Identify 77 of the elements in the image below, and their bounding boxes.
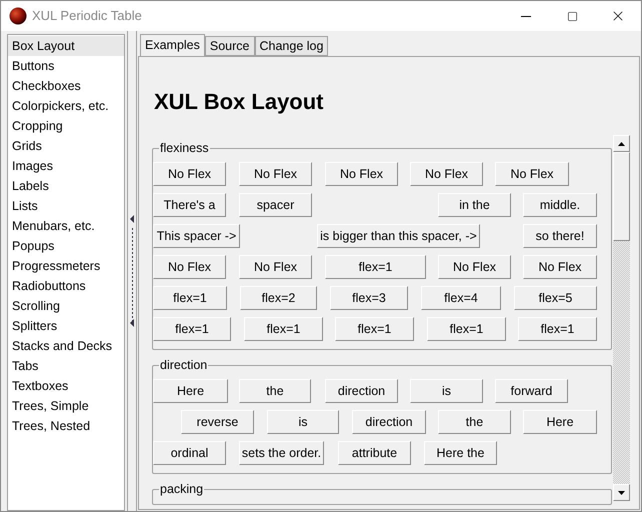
sidebar-item[interactable]: Grids: [8, 136, 124, 156]
demo-button[interactable]: flex=1: [244, 317, 323, 341]
demo-button[interactable]: flex=1: [335, 317, 414, 341]
demo-button[interactable]: No Flex: [495, 162, 569, 186]
demo-button[interactable]: flex=3: [330, 286, 408, 310]
scrollbar[interactable]: [613, 135, 630, 501]
demo-button[interactable]: in the: [438, 193, 511, 217]
demo-button[interactable]: Here: [523, 410, 597, 434]
sidebar-item[interactable]: Tabs: [8, 356, 124, 376]
scroll-thumb[interactable]: [613, 152, 630, 241]
sidebar-item[interactable]: Box Layout: [8, 36, 124, 56]
sidebar-item[interactable]: Popups: [8, 236, 124, 256]
demo-button[interactable]: spacer: [239, 193, 312, 217]
tab[interactable]: Source: [204, 36, 254, 56]
demo-button[interactable]: Here the: [424, 441, 497, 465]
group-label: packing: [159, 481, 204, 497]
demo-button[interactable]: attribute: [338, 441, 411, 465]
page-heading: XUL Box Layout: [154, 88, 325, 116]
window-title: XUL Periodic Table: [32, 7, 142, 26]
sidebar-item[interactable]: Buttons: [8, 56, 124, 76]
demo-button[interactable]: forward: [495, 379, 568, 403]
app-icon: [9, 7, 27, 25]
up-arrow-icon: [618, 142, 625, 146]
down-arrow-icon: [618, 490, 625, 494]
tab[interactable]: Change log: [254, 36, 328, 56]
sidebar-item[interactable]: Cropping: [8, 116, 124, 136]
demo-button[interactable]: direction: [325, 379, 398, 403]
demo-button[interactable]: is: [267, 410, 339, 434]
demo-button[interactable]: is: [410, 379, 483, 403]
sidebar-item[interactable]: Trees, Nested: [8, 416, 124, 436]
demo-button[interactable]: No Flex: [438, 255, 511, 279]
sidebar-item[interactable]: Stacks and Decks: [8, 336, 124, 356]
demo-button[interactable]: No Flex: [153, 162, 226, 186]
sidebar-item[interactable]: Progressmeters: [8, 256, 124, 276]
sidebar-item[interactable]: Labels: [8, 176, 124, 196]
sidebar-item[interactable]: Colorpickers, etc.: [8, 96, 124, 116]
demo-button[interactable]: the: [239, 379, 311, 403]
tab[interactable]: Examples: [140, 34, 205, 56]
demo-button[interactable]: Here: [153, 379, 228, 403]
sidebar-item[interactable]: Trees, Simple: [8, 396, 124, 416]
demo-button[interactable]: is bigger than this spacer, ->: [317, 224, 480, 248]
demo-button[interactable]: flex=1: [153, 286, 227, 310]
sidebar-item[interactable]: Lists: [8, 196, 124, 216]
demo-button[interactable]: No Flex: [239, 255, 312, 279]
demo-button[interactable]: sets the order.: [239, 441, 324, 465]
maximize-icon: [566, 10, 578, 22]
scroll-up-button[interactable]: [613, 135, 630, 152]
demo-button[interactable]: No Flex: [153, 255, 226, 279]
sidebar-item[interactable]: Menubars, etc.: [8, 216, 124, 236]
scroll-down-button[interactable]: [613, 484, 630, 501]
demo-button[interactable]: the: [438, 410, 511, 434]
demo-button[interactable]: No Flex: [325, 162, 398, 186]
sidebar-item[interactable]: Scrolling: [8, 296, 124, 316]
demo-button[interactable]: No Flex: [239, 162, 312, 186]
demo-button[interactable]: reverse: [181, 410, 254, 434]
demo-button[interactable]: This spacer ->: [153, 224, 240, 248]
sidebar-item[interactable]: Splitters: [8, 316, 124, 336]
demo-button[interactable]: flex=4: [421, 286, 501, 310]
demo-button[interactable]: direction: [352, 410, 426, 434]
sidebar-item[interactable]: Images: [8, 156, 124, 176]
sidebar-item[interactable]: Textboxes: [8, 376, 124, 396]
grip-icon: [129, 215, 135, 327]
demo-button[interactable]: flex=5: [514, 286, 597, 310]
demo-button[interactable]: middle.: [523, 193, 597, 217]
demo-button[interactable]: flex=1: [427, 317, 506, 341]
demo-button[interactable]: ordinal: [153, 441, 226, 465]
demo-button[interactable]: No Flex: [410, 162, 483, 186]
demo-button[interactable]: so there!: [523, 224, 597, 248]
demo-button[interactable]: No Flex: [523, 255, 597, 279]
sidebar-item[interactable]: Radiobuttons: [8, 276, 124, 296]
demo-button[interactable]: flex=1: [325, 255, 426, 279]
demo-button[interactable]: flex=1: [518, 317, 597, 341]
sidebar-item[interactable]: Checkboxes: [8, 76, 124, 96]
demo-button[interactable]: flex=2: [240, 286, 317, 310]
demo-button[interactable]: flex=1: [153, 317, 231, 341]
demo-button[interactable]: There's a: [153, 193, 226, 217]
splitter[interactable]: [127, 31, 137, 511]
